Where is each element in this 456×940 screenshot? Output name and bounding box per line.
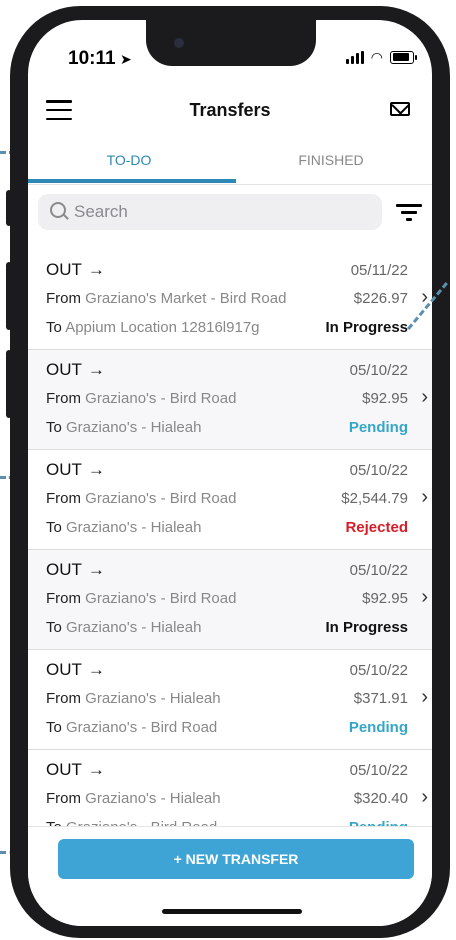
transfer-date: 05/10/22 xyxy=(349,362,408,379)
mail-icon[interactable] xyxy=(390,102,410,116)
chevron-right-icon: › xyxy=(421,686,428,708)
arrow-right-icon: → xyxy=(87,260,105,279)
from-line: From Graziano's - Bird Road xyxy=(46,390,237,407)
search-icon xyxy=(50,202,66,218)
status-time: 10:11 xyxy=(68,48,116,69)
chevron-right-icon: › xyxy=(421,586,428,608)
arrow-right-icon: → xyxy=(87,760,105,779)
search-row xyxy=(28,194,432,234)
to-location: Graziano's - Hialeah xyxy=(66,519,202,536)
app-bar: Transfers xyxy=(28,90,432,134)
to-location: Graziano's - Hialeah xyxy=(66,619,202,636)
page-title: Transfers xyxy=(189,100,271,120)
filter-icon[interactable] xyxy=(396,204,422,222)
transfer-date: 05/11/22 xyxy=(350,262,408,279)
to-location: Appium Location 12816l917g xyxy=(65,319,260,336)
phone-frame: 10:11 ➤ ◠ Transfers TO-DO FINISHED Searc… xyxy=(10,6,450,938)
transfer-amount: $371.91 xyxy=(353,690,408,707)
active-tab-indicator xyxy=(28,179,236,183)
from-location: Graziano's - Hialeah xyxy=(85,790,221,807)
transfer-row[interactable]: OUT → 05/10/22 From Graziano's - Bird Roa… xyxy=(28,450,432,550)
search-box[interactable] xyxy=(38,194,382,230)
transfer-amount: $320.40 xyxy=(353,790,408,807)
status-badge: Pending xyxy=(348,419,408,436)
footer-bar: + NEW TRANSFER xyxy=(28,826,432,926)
notch xyxy=(146,20,316,66)
status-badge: In Progress xyxy=(325,619,408,636)
from-location: Graziano's - Hialeah xyxy=(85,690,221,707)
transfer-amount: $92.95 xyxy=(362,390,408,407)
status-badge: Pending xyxy=(348,719,408,736)
from-line: From Graziano's - Bird Road xyxy=(46,590,237,607)
status-badge: Rejected xyxy=(345,519,408,536)
to-line: To Appium Location 12816l917g xyxy=(46,319,260,336)
from-location: Graziano's - Bird Road xyxy=(85,490,237,507)
arrow-right-icon: → xyxy=(87,660,105,679)
to-location: Graziano's - Hialeah xyxy=(66,419,202,436)
transfer-row[interactable]: OUT → 05/10/22 From Graziano's - Hialeah … xyxy=(28,650,432,750)
transfer-date: 05/10/22 xyxy=(349,462,408,479)
search-input[interactable] xyxy=(74,194,364,230)
from-line: From Graziano's - Hialeah xyxy=(46,690,221,707)
transfer-amount: $92.95 xyxy=(362,590,408,607)
to-line: To Graziano's - Hialeah xyxy=(46,519,202,536)
transfer-date: 05/10/22 xyxy=(349,562,408,579)
arrow-right-icon: → xyxy=(87,360,105,379)
home-indicator xyxy=(162,909,302,914)
direction-label: OUT → xyxy=(46,260,105,279)
from-line: From Graziano's - Hialeah xyxy=(46,790,221,807)
direction-label: OUT → xyxy=(46,760,105,779)
location-arrow-icon: ➤ xyxy=(120,51,132,67)
tab-todo[interactable]: TO-DO xyxy=(28,142,230,184)
transfer-date: 05/10/22 xyxy=(349,762,408,779)
to-line: To Graziano's - Hialeah xyxy=(46,419,202,436)
arrow-right-icon: → xyxy=(87,460,105,479)
tab-bar: TO-DO FINISHED xyxy=(28,142,432,185)
tab-finished[interactable]: FINISHED xyxy=(230,142,432,184)
battery-icon xyxy=(390,50,417,64)
direction-label: OUT → xyxy=(46,460,105,479)
direction-label: OUT → xyxy=(46,560,105,579)
wifi-icon: ◠ xyxy=(370,49,383,65)
app-screen: 10:11 ➤ ◠ Transfers TO-DO FINISHED Searc… xyxy=(28,20,432,926)
transfer-date: 05/10/22 xyxy=(349,662,408,679)
new-transfer-button[interactable]: + NEW TRANSFER xyxy=(58,839,414,879)
transfer-row[interactable]: OUT → 05/10/22 From Graziano's - Bird Roa… xyxy=(28,350,432,450)
to-line: To Graziano's - Hialeah xyxy=(46,619,202,636)
status-badge: In Progress xyxy=(325,319,408,336)
from-location: Graziano's - Bird Road xyxy=(85,590,237,607)
from-location: Graziano's - Bird Road xyxy=(85,390,237,407)
camera-icon xyxy=(174,38,184,48)
from-line: From Graziano's - Bird Road xyxy=(46,490,237,507)
from-location: Graziano's Market - Bird Road xyxy=(85,290,287,307)
to-location: Graziano's - Bird Road xyxy=(66,719,218,736)
direction-label: OUT → xyxy=(46,360,105,379)
transfer-amount: $226.97 xyxy=(353,290,408,307)
arrow-right-icon: → xyxy=(87,560,105,579)
transfer-amount: $2,544.79 xyxy=(341,490,408,507)
transfer-row[interactable]: OUT → 05/11/22 From Graziano's Market - B… xyxy=(28,250,432,350)
direction-label: OUT → xyxy=(46,660,105,679)
to-line: To Graziano's - Bird Road xyxy=(46,719,218,736)
chevron-right-icon: › xyxy=(421,786,428,808)
signal-icon xyxy=(345,50,364,64)
from-line: From Graziano's Market - Bird Road xyxy=(46,290,287,307)
transfer-list: OUT → 05/11/22 From Graziano's Market - B… xyxy=(28,250,432,840)
chevron-right-icon: › xyxy=(421,386,428,408)
transfer-row[interactable]: OUT → 05/10/22 From Graziano's - Bird Roa… xyxy=(28,550,432,650)
status-icons: ◠ xyxy=(345,49,417,65)
chevron-right-icon: › xyxy=(421,486,428,508)
